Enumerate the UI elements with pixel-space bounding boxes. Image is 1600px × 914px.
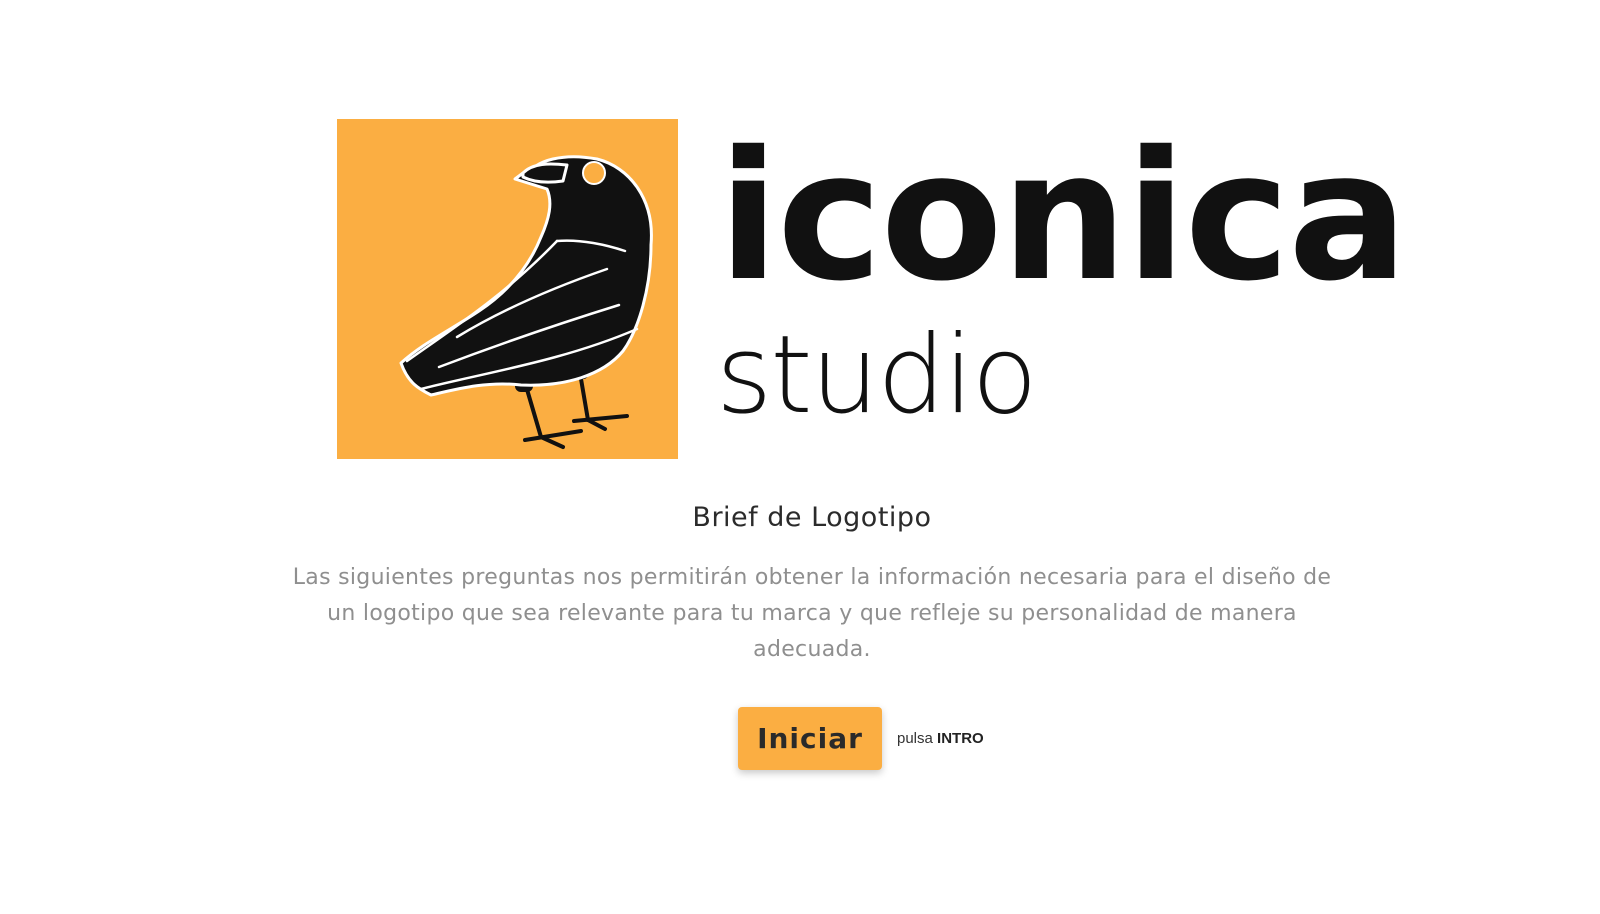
hint-prefix: pulsa [897,730,933,747]
logo-crow-icon [337,119,678,459]
hint-key: INTRO [937,730,984,747]
page-description: Las siguientes preguntas nos permitirán … [292,565,1332,662]
brand-subtitle: studio [716,313,1038,438]
brand-name: iconica [718,113,1408,320]
crow-icon [399,155,653,449]
keyboard-hint: pulsa INTRO [897,730,984,747]
page-title: Brief de Logotipo [692,502,932,533]
start-button[interactable]: Iniciar [738,707,882,770]
welcome-screen: iconica studio Brief de Logotipo Las sig… [0,0,1600,914]
cta-row: Iniciar pulsa INTRO [738,707,984,770]
